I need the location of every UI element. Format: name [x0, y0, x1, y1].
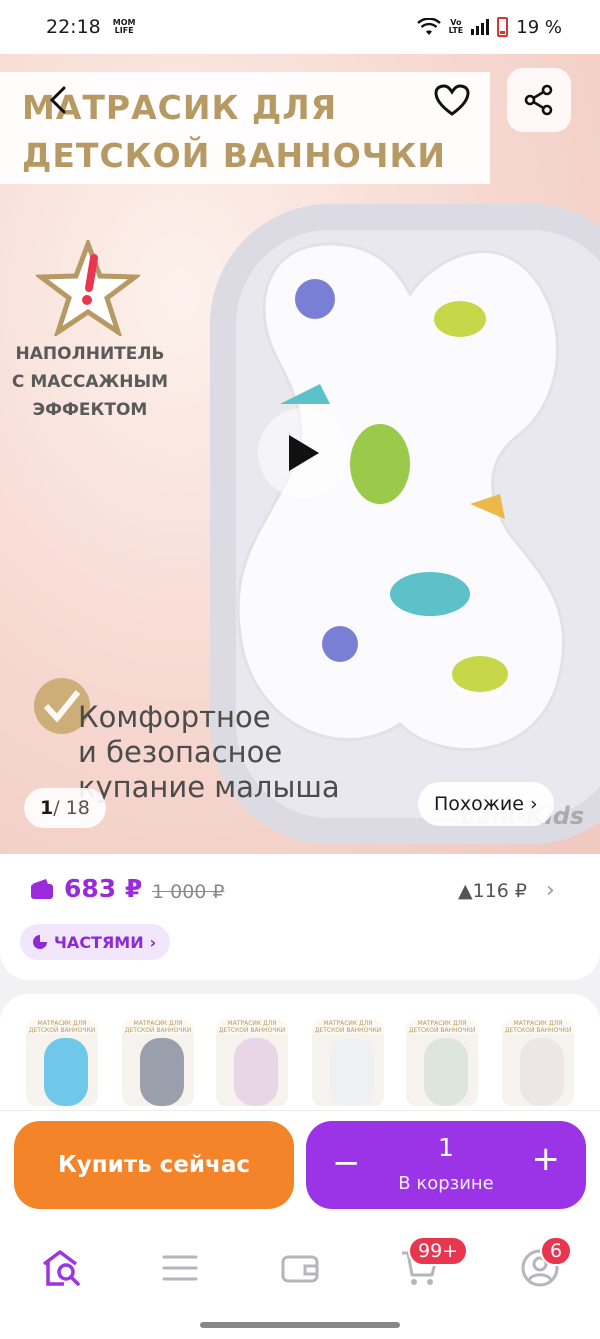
variant-thumbnail[interactable]: МАТРАСИК ДЛЯ ДЕТСКОЙ ВАННОЧКИ	[122, 1020, 194, 1106]
similar-products-button[interactable]: Похожие ›	[418, 782, 554, 826]
status-indicators: Vo LTE 19 %	[416, 16, 562, 38]
product-image-gallery[interactable]: МАТРАСИК ДЛЯ ДЕТСКОЙ ВАННОЧКИ НАПОЛНИТЕЛ…	[0, 54, 600, 854]
variant-thumbnail[interactable]: МАТРАСИК ДЛЯ ДЕТСКОЙ ВАННОЧКИ	[216, 1020, 288, 1106]
feature-caption: НАПОЛНИТЕЛЬ С МАССАЖНЫМ ЭФФЕКТОМ	[11, 344, 169, 420]
battery-percent: 19 %	[516, 16, 562, 38]
image-counter: 1 / 18	[24, 788, 106, 828]
nav-home[interactable]	[38, 1244, 86, 1292]
star-icon	[36, 240, 140, 336]
old-price: 1 000 ₽	[152, 881, 225, 903]
nav-wallet[interactable]	[276, 1244, 324, 1292]
variant-thumbnail[interactable]: МАТРАСИК ДЛЯ ДЕТСКОЙ ВАННОЧКИ	[502, 1020, 574, 1106]
battery-icon	[497, 17, 509, 37]
variant-thumbnail[interactable]: МАТРАСИК ДЛЯ ДЕТСКОЙ ВАННОЧКИ	[26, 1020, 98, 1106]
wallet-icon	[31, 879, 53, 899]
status-bar: 22:18 MOM LIFE Vo LTE 19 %	[0, 0, 600, 54]
app-notification-icon: MOM LIFE	[112, 18, 136, 35]
wallet-icon	[281, 1255, 319, 1283]
price-card: 683 ₽ 1 000 ₽ ▲116 ₽ › ЧАСТЯМИ ›	[0, 854, 600, 980]
status-time: 22:18	[46, 16, 101, 38]
chevron-right-icon: ›	[149, 932, 157, 952]
play-video-button[interactable]	[258, 408, 348, 498]
cart-count-badge: 99+	[408, 1236, 469, 1266]
share-button[interactable]	[507, 68, 571, 132]
signal-icon	[471, 19, 490, 35]
nav-catalog[interactable]	[156, 1244, 204, 1292]
chevron-right-icon[interactable]: ›	[546, 878, 555, 903]
volte-icon: Vo LTE	[448, 18, 464, 35]
wifi-icon	[416, 18, 441, 35]
favorite-button[interactable]	[420, 68, 484, 132]
hero-slogan: Комфортное и безопасное купание малыша	[78, 700, 340, 804]
pie-chart-icon	[33, 935, 47, 949]
heart-icon	[434, 84, 470, 116]
buy-now-button[interactable]: Купить сейчас	[14, 1121, 294, 1209]
chevron-right-icon: ›	[529, 793, 538, 815]
share-icon	[524, 84, 553, 116]
cart-quantity-stepper: − 1 В корзине +	[306, 1121, 586, 1209]
play-icon	[289, 435, 319, 471]
profile-notification-badge: 6	[540, 1236, 572, 1266]
home-indicator[interactable]	[200, 1322, 400, 1328]
menu-icon	[162, 1255, 198, 1281]
price-change[interactable]: ▲116 ₽	[458, 880, 527, 902]
home-search-icon	[42, 1250, 80, 1286]
variant-thumbnail[interactable]: МАТРАСИК ДЛЯ ДЕТСКОЙ ВАННОЧКИ	[406, 1020, 478, 1106]
back-button[interactable]	[26, 68, 90, 132]
variant-thumbnail[interactable]: МАТРАСИК ДЛЯ ДЕТСКОЙ ВАННОЧКИ	[312, 1020, 384, 1106]
chevron-left-icon	[49, 86, 66, 114]
increase-quantity-button[interactable]: +	[532, 1139, 561, 1179]
action-bar: Купить сейчас − 1 В корзине +	[0, 1110, 600, 1222]
pay-in-parts-button[interactable]: ЧАСТЯМИ ›	[20, 924, 171, 960]
current-price: 683 ₽	[64, 874, 143, 903]
bottom-navigation: 99+ 6	[0, 1222, 600, 1339]
